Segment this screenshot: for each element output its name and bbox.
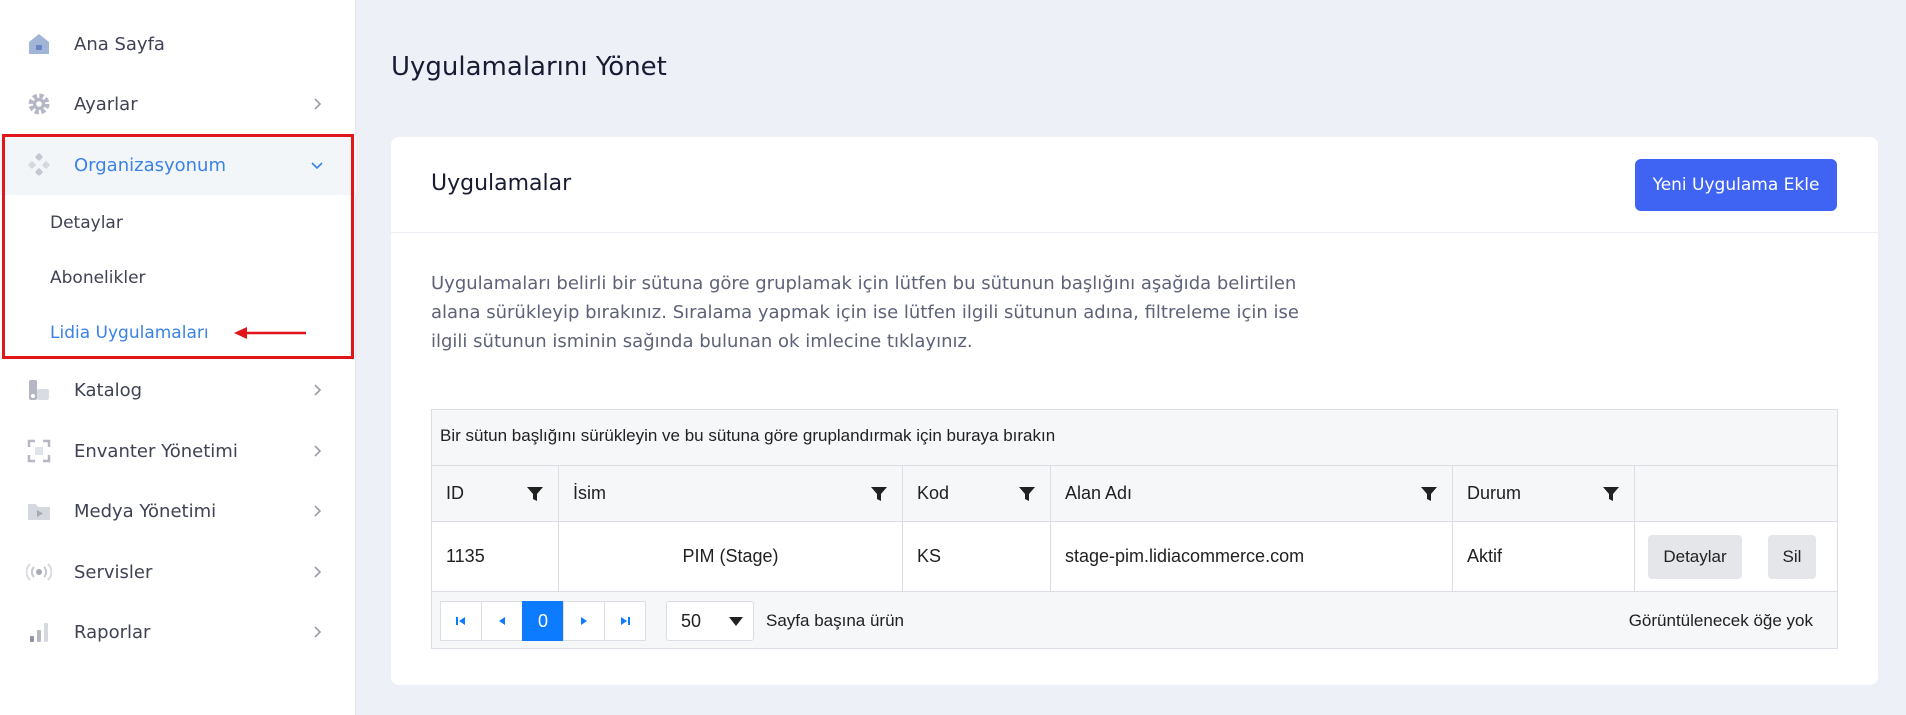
sidebar-subitem-label: Lidia Uygulamaları — [50, 323, 209, 343]
page-title: Uygulamalarını Yönet — [391, 52, 667, 82]
bar-chart-icon — [26, 619, 52, 645]
filter-icon[interactable] — [526, 485, 544, 503]
annotation-arrow-icon — [234, 327, 306, 339]
sidebar-item-reports[interactable]: Raporlar — [0, 602, 356, 662]
cell-id: 1135 — [432, 522, 559, 591]
chevron-right-icon — [314, 505, 322, 517]
card-title: Uygulamalar — [431, 171, 572, 196]
column-header-name[interactable]: İsim — [559, 466, 903, 521]
media-folder-icon — [26, 498, 52, 524]
filter-icon[interactable] — [870, 485, 888, 503]
last-page-icon — [621, 617, 630, 625]
previous-page-icon — [499, 617, 505, 625]
column-header-label: Durum — [1467, 483, 1522, 503]
sidebar-item-label: Envanter Yönetimi — [74, 440, 238, 462]
sidebar-item-label: Ana Sayfa — [74, 33, 165, 55]
column-header-status[interactable]: Durum — [1453, 466, 1635, 521]
page-size-select[interactable]: 50 — [666, 601, 754, 641]
sidebar-item-settings[interactable]: Ayarlar — [0, 74, 356, 134]
page-size-value: 50 — [681, 610, 702, 631]
grid-header-row: ID İsim Kod Alan Adı Durum — [432, 466, 1837, 522]
sidebar-item-label: Organizasyonum — [74, 154, 226, 176]
sidebar-item-organization[interactable]: Organizasyonum — [0, 135, 356, 195]
gear-icon — [26, 91, 52, 117]
sidebar-subitem-details[interactable]: Detaylar — [0, 196, 356, 250]
column-header-id[interactable]: ID — [432, 466, 559, 521]
sidebar: Ana Sayfa Ayarlar Organizasyonum Detayla… — [0, 0, 356, 715]
column-header-label: ID — [446, 483, 464, 503]
sidebar-item-label: Servisler — [74, 561, 153, 583]
sidebar-item-catalog[interactable]: Katalog — [0, 360, 356, 420]
chevron-right-icon — [314, 384, 322, 396]
details-button[interactable]: Detaylar — [1648, 535, 1742, 579]
group-drop-panel[interactable]: Bir sütun başlığını sürükleyin ve bu süt… — [432, 410, 1837, 466]
column-header-domain[interactable]: Alan Adı — [1051, 466, 1453, 521]
previous-page-button[interactable] — [481, 601, 523, 641]
organization-icon — [26, 152, 52, 178]
column-header-label: Kod — [917, 483, 950, 503]
cell-actions: Detaylar Sil — [1635, 522, 1837, 591]
chevron-right-icon — [314, 626, 322, 638]
sidebar-item-services[interactable]: Servisler — [0, 542, 356, 602]
first-page-icon — [456, 617, 465, 625]
card-header: Uygulamalar Yeni Uygulama Ekle — [391, 137, 1878, 233]
dropdown-caret-icon — [729, 617, 743, 626]
filter-icon[interactable] — [1018, 485, 1036, 503]
cell-status: Aktif — [1453, 522, 1635, 591]
first-page-button[interactable] — [440, 601, 482, 641]
table-row: 1135 PIM (Stage) KS stage-pim.lidiacomme… — [432, 522, 1837, 592]
applications-grid: Bir sütun başlığını sürükleyin ve bu süt… — [431, 409, 1838, 649]
sidebar-item-inventory[interactable]: Envanter Yönetimi — [0, 421, 356, 481]
pager-info: Görüntülenecek öğe yok — [1628, 611, 1813, 630]
sidebar-subitem-subscriptions[interactable]: Abonelikler — [0, 251, 356, 305]
instructions-text: Uygulamaları belirli bir sütuna göre gru… — [431, 273, 1299, 352]
add-application-button[interactable]: Yeni Uygulama Ekle — [1635, 159, 1837, 211]
column-header-actions — [1635, 466, 1837, 521]
chevron-right-icon — [314, 566, 322, 578]
chevron-right-icon — [314, 98, 322, 110]
delete-button[interactable]: Sil — [1768, 535, 1816, 579]
pager: 0 50 Sayfa başına ürün Görüntülenecek öğ… — [432, 592, 1837, 648]
filter-icon[interactable] — [1602, 485, 1620, 503]
next-page-button[interactable] — [563, 601, 605, 641]
filter-icon[interactable] — [1420, 485, 1438, 503]
column-header-label: İsim — [573, 483, 606, 503]
home-icon — [26, 31, 52, 57]
sidebar-item-label: Medya Yönetimi — [74, 500, 217, 522]
sidebar-subitem-label: Detaylar — [50, 213, 123, 233]
chevron-down-icon — [311, 162, 323, 170]
last-page-button[interactable] — [604, 601, 646, 641]
chevron-right-icon — [314, 445, 322, 457]
sidebar-subitem-label: Abonelikler — [50, 268, 146, 288]
inventory-icon — [26, 438, 52, 464]
sidebar-item-home[interactable]: Ana Sayfa — [0, 14, 356, 74]
page-size-label: Sayfa başına ürün — [766, 611, 904, 630]
column-header-code[interactable]: Kod — [903, 466, 1051, 521]
sidebar-item-label: Raporlar — [74, 621, 151, 643]
cell-domain: stage-pim.lidiacommerce.com — [1051, 522, 1453, 591]
current-page-button[interactable]: 0 — [522, 601, 564, 641]
next-page-icon — [581, 617, 587, 625]
cell-code: KS — [903, 522, 1051, 591]
sidebar-item-media[interactable]: Medya Yönetimi — [0, 481, 356, 541]
applications-card: Uygulamalar Yeni Uygulama Ekle Uygulamal… — [391, 137, 1878, 685]
column-header-label: Alan Adı — [1065, 483, 1133, 503]
sidebar-item-label: Katalog — [74, 379, 143, 401]
sidebar-item-label: Ayarlar — [74, 93, 138, 115]
catalog-icon — [26, 377, 52, 403]
cell-name: PIM (Stage) — [559, 522, 903, 591]
broadcast-icon — [26, 559, 52, 585]
